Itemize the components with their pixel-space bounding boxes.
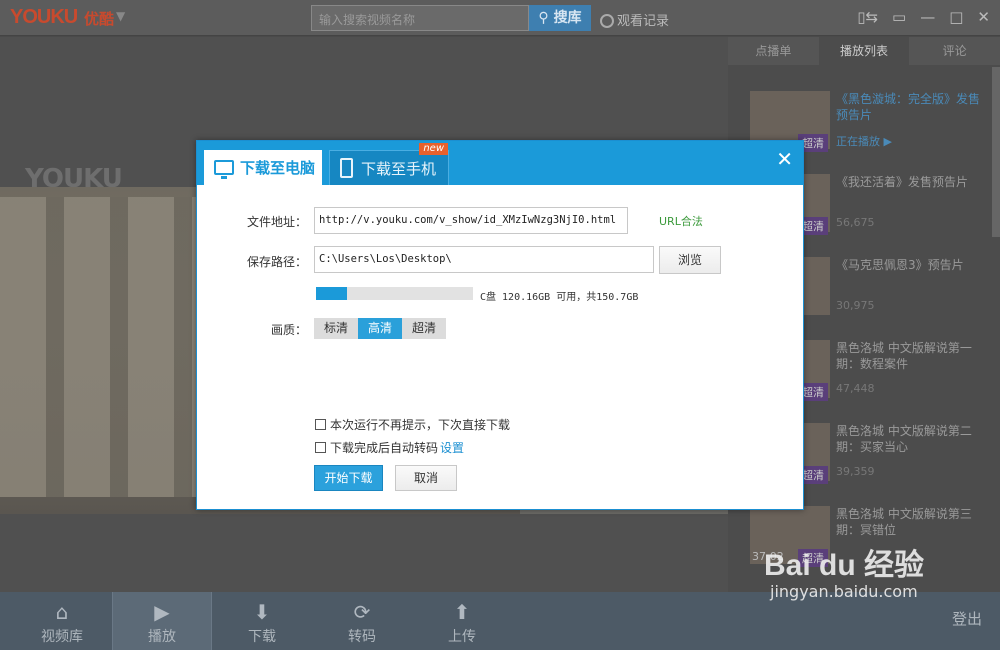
nav-transcode[interactable]: ⟳ 转码 [312,592,412,650]
baidu-watermark: Bai du 经验 jingyan.baidu.com [764,540,924,601]
logout-button[interactable]: 登出 [952,608,982,629]
home-icon: ⌂ [55,600,69,624]
quality-selector: 标清 高清 超清 [314,318,446,339]
video-title[interactable]: 《马克思佩恩3》预告片 [836,257,986,273]
maximize-icon[interactable]: □ [949,8,963,26]
scrollbar[interactable] [992,67,1000,237]
minimize-icon[interactable]: — [920,8,935,26]
tab-playlist[interactable]: 播放列表 [818,37,910,65]
no-prompt-checkbox-row: 本次运行不再提示，下次直接下载 [315,416,510,433]
monitor-icon [214,160,234,179]
youku-logo-cn: 优酷 [84,10,115,28]
phone-sync-icon[interactable]: ▯⇆ [857,8,878,26]
dialog-header: 下载至电脑 下载至手机 new ✕ [197,141,803,185]
auto-transcode-checkbox-row: 下载完成后自动转码 设置 [315,439,464,456]
video-title[interactable]: 黑色洛城 中文版解说第一期：数程案件 [836,340,986,372]
youku-logo[interactable]: YOUKU [10,6,78,29]
save-path-input[interactable]: C:\Users\Los\Desktop\ [314,246,654,273]
watch-history-button[interactable]: 观看记录 [600,10,669,29]
file-address-input[interactable]: http://v.youku.com/v_show/id_XMzIwNzg3Nj… [314,207,628,234]
start-download-button[interactable]: 开始下载 [314,465,383,491]
quality-option-hd[interactable]: 高清 [358,318,402,339]
save-path-label: 保存路径： [246,255,307,269]
nav-video-library[interactable]: ⌂ 视频库 [12,592,112,650]
auto-transcode-checkbox[interactable] [315,442,326,453]
tab-comments[interactable]: 评论 [909,37,1000,65]
nav-play[interactable]: ▶ 播放 [112,592,212,650]
search-icon: ⚲ [538,10,549,26]
view-count: 30,975 [836,299,875,312]
url-valid-link[interactable]: URL合法 [659,213,703,229]
playlist-tabs: 点播单 播放列表 评论 [728,37,1000,65]
watermark-url: jingyan.baidu.com [770,582,918,601]
refresh-icon: ⟳ [353,600,371,624]
window-controls: ▯⇆ ▭ — □ ✕ [857,8,990,26]
disk-space-text: C盘 120.16GB 可用，共150.7GB [480,292,639,303]
view-count: 47,448 [836,382,875,395]
nav-upload[interactable]: ⬆ 上传 [412,592,512,650]
tab-on-demand[interactable]: 点播单 [728,37,819,65]
new-badge: new [419,143,448,155]
message-icon[interactable]: ▭ [892,8,906,26]
browse-button[interactable]: 浏览 [659,246,721,274]
close-icon[interactable]: ✕ [776,149,793,169]
video-title[interactable]: 《黑色漩城：完全版》发售预告片 [836,91,986,123]
tab-download-to-pc[interactable]: 下载至电脑 [204,150,322,185]
video-title[interactable]: 黑色洛城 中文版解说第二期：买家当心 [836,423,986,455]
quality-option-sd[interactable]: 标清 [314,318,358,339]
view-count: 39,359 [836,465,875,478]
video-title[interactable]: 黑色洛城 中文版解说第三期：冥错位 [836,506,986,538]
download-icon: ⬇ [253,600,271,624]
list-item[interactable]: 超清 《黑色漩城：完全版》发售预告片 正在播放 ▶ [728,67,1000,152]
play-icon: ▶ [154,600,170,624]
close-window-icon[interactable]: ✕ [977,8,990,26]
quality-label: 画质： [270,323,307,337]
tab-download-to-phone[interactable]: 下载至手机 new [329,143,449,185]
cancel-button[interactable]: 取消 [395,465,457,491]
file-address-label: 文件地址： [246,215,307,229]
disk-usage-fill [316,287,348,300]
view-count: 56,675 [836,216,875,229]
chevron-down-icon[interactable]: ▼ [116,9,125,23]
nav-download[interactable]: ⬇ 下载 [212,592,312,650]
search-input[interactable]: 输入搜索视频名称 [311,5,529,31]
phone-icon [340,158,353,178]
disk-usage-bar [316,287,473,300]
video-title[interactable]: 《我还活着》发售预告片 [836,174,986,190]
search-button[interactable]: ⚲ 搜库 [529,5,591,31]
top-bar: YOUKU 优酷 ▼ 输入搜索视频名称 ⚲ 搜库 观看记录 ▯⇆ ▭ — □ ✕ [0,0,1000,36]
settings-link[interactable]: 设置 [440,439,464,456]
no-prompt-checkbox[interactable] [315,419,326,430]
upload-icon: ⬆ [453,600,471,624]
quality-option-uhd[interactable]: 超清 [402,318,446,339]
watermark-main: Bai du 经验 [764,549,925,582]
clock-icon [600,14,614,28]
download-dialog: 下载至电脑 下载至手机 new ✕ 文件地址： http://v.youku.c… [196,140,804,510]
now-playing-label: 正在播放 ▶ [836,135,892,148]
